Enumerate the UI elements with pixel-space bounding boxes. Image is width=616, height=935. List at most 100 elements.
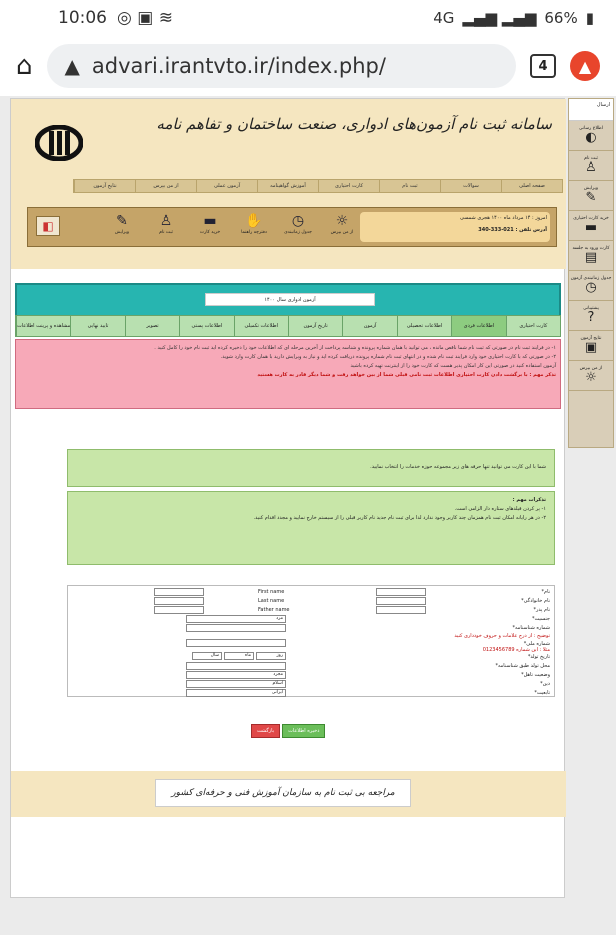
step-exam-date[interactable]: تاریخ آزمون xyxy=(287,316,342,336)
url-field[interactable]: ▲ advari.irantvto.ir/index.php/ xyxy=(46,44,516,88)
step-postal[interactable]: اطلاعات پستی xyxy=(179,316,233,336)
last-name-input[interactable] xyxy=(376,597,426,605)
notes-box: تذکرات مهم : ۱- پر کردن فیلدهای ستاره دا… xyxy=(67,491,555,565)
step-photo[interactable]: تصویر xyxy=(124,316,179,336)
step-card[interactable]: کارت احتیاری xyxy=(505,316,560,336)
step-exam[interactable]: آزمون xyxy=(342,316,396,336)
note-line: ۲- در هر رایانه امکان ثبت نام همزمان چند… xyxy=(253,515,547,521)
national-id-input[interactable] xyxy=(186,639,286,647)
label-marital: وضعیت تاهل* xyxy=(521,672,550,678)
sidebar-item-schedule[interactable]: جدول زمانبندی آزمون ◷ xyxy=(569,271,613,301)
note-line: ۱- پر کردن فیلدهای ستاره دار الزامی است. xyxy=(454,506,546,512)
browser-toolbar: ⌂ ▲ advari.irantvto.ir/index.php/ 4 ▲ xyxy=(0,36,616,96)
info-date: امروز : ۱۴ مرداد ماه ۱۴۰۰ هجری شمسی xyxy=(460,215,547,221)
hand-icon: ✋ xyxy=(245,213,263,229)
id-card-icon: ▤ xyxy=(584,250,598,265)
birth-year-select[interactable]: سال xyxy=(192,652,222,660)
icon-ask[interactable]: ☼ از من بپرس xyxy=(328,212,356,244)
nav-ask[interactable]: از من بپرس xyxy=(135,180,196,192)
nationality-select[interactable]: ایرانی xyxy=(186,689,286,697)
first-name-en-input[interactable] xyxy=(154,588,204,596)
personal-info-form: نام* نام خانوادگی* نام پدر* First name L… xyxy=(67,585,555,697)
step-education[interactable]: اطلاعات تحصیلی xyxy=(396,316,451,336)
sun-icon: ☼ xyxy=(585,370,597,385)
marital-select[interactable]: مجرد xyxy=(186,671,286,679)
icon-guide[interactable]: ✋ دفترچه راهنما xyxy=(240,212,268,244)
warning-line: ۱- در فرایند ثبت نام در صورتی که ثبت نام… xyxy=(154,345,556,351)
status-bar: 10:06 ◎ ▣ ≋ 4G ▂▄▆ ▂▄▆ 66% ▮ xyxy=(0,0,616,36)
web-page: سامانه ثبت نام آزمون‌های ادواری، صنعت سا… xyxy=(0,96,616,935)
last-name-en-input[interactable] xyxy=(154,597,204,605)
browser-menu-icon[interactable]: ▲ xyxy=(570,51,600,81)
site-container: سامانه ثبت نام آزمون‌های ادواری، صنعت سا… xyxy=(10,98,566,898)
nav-card[interactable]: کارت احتیاری xyxy=(318,180,379,192)
nav-home[interactable]: صفحه اصلی xyxy=(501,180,562,192)
sidebar-item-entry-card[interactable]: کارت ورود به جلسه ▤ xyxy=(569,241,613,271)
warning-line: آزمون استفاده کنید در صورتی این کار امکا… xyxy=(350,363,556,369)
label-birth-date: تاریخ تولد* xyxy=(527,654,550,660)
step-confirm[interactable]: تایید نهایی xyxy=(70,316,124,336)
id-number-input[interactable] xyxy=(186,624,286,632)
certificate-icon: ▣ xyxy=(584,340,598,355)
notification-icons: ◎ ▣ ≋ xyxy=(117,8,173,28)
warning-line: ۲- در صورتی که با کارت احتیاری خود وارد … xyxy=(220,354,556,360)
registration-steps: کارت احتیاری اطلاعات فردی اطلاعات تحصیلی… xyxy=(15,315,561,337)
birth-day-select[interactable]: روز xyxy=(256,652,286,660)
site-footer: مراجعه بی ثبت نام به سازمان آموزش فنی و … xyxy=(11,771,566,817)
sidebar-item-edit[interactable]: ویرایش ✎ xyxy=(569,181,613,211)
gender-select[interactable]: مرد xyxy=(186,615,286,623)
nav-practical[interactable]: آزمون عملی xyxy=(196,180,257,192)
birth-place-input[interactable] xyxy=(186,662,286,670)
info-box: امروز : ۱۴ مرداد ماه ۱۴۰۰ هجری شمسی آدرس… xyxy=(360,212,550,242)
sidebar-item-ask[interactable]: از من بپرس ☼ xyxy=(569,361,613,391)
warning-icon: ▲ xyxy=(64,54,80,78)
tab-count-button[interactable]: 4 xyxy=(530,54,556,78)
icon-buy-card[interactable]: ▬ خرید کارت xyxy=(196,212,224,244)
label-last-name-en: Last name xyxy=(258,598,285,604)
question-icon: ☼ xyxy=(335,213,349,229)
label-religion: دین* xyxy=(540,681,550,687)
sidebar-item-news[interactable]: اطلاع رسانی ◐ xyxy=(569,121,613,151)
logo xyxy=(29,121,89,165)
sidebar-item-register[interactable]: ثبت نام ♙ xyxy=(569,151,613,181)
step-print[interactable]: مشاهده و پرینت اطلاعات xyxy=(15,316,70,336)
site-title: سامانه ثبت نام آزمون‌های ادواری، صنعت سا… xyxy=(156,115,552,133)
icon-register[interactable]: ♙ ثبت نام xyxy=(152,212,180,244)
nav-training[interactable]: آموزش گواهینامه xyxy=(257,180,318,192)
save-button[interactable]: ذخیره اطلاعات xyxy=(282,724,326,738)
nav-register[interactable]: ثبت نام xyxy=(379,180,440,192)
question-icon: ? xyxy=(587,310,595,325)
icon-schedule[interactable]: ◷ جدول زمانبندی xyxy=(284,212,312,244)
national-id-hint: مثلا : ابن شماره 0123456789 xyxy=(482,647,550,653)
clock-icon: ◷ xyxy=(585,280,597,295)
battery-icon: ▮ xyxy=(585,9,594,27)
quick-icon-bar: ◧ ☼ از من بپرس ◷ جدول زمانبندی ✋ دفترچه راه… xyxy=(27,207,557,247)
father-name-input[interactable] xyxy=(376,606,426,614)
home-page-icon[interactable]: ◧ xyxy=(36,216,60,236)
birth-month-select[interactable]: ماه xyxy=(224,652,254,660)
first-name-input[interactable] xyxy=(376,588,426,596)
site-header: سامانه ثبت نام آزمون‌های ادواری، صنعت سا… xyxy=(11,99,566,269)
sidebar-item-results[interactable]: نتایج آزمون ▣ xyxy=(569,331,613,361)
icon-edit[interactable]: ✎ ویرایش xyxy=(108,212,136,244)
step-extra[interactable]: اطلاعات تکمیلی xyxy=(233,316,288,336)
user-edit-icon: ✎ xyxy=(585,190,597,205)
sidebar-item-buy-card[interactable]: خرید کارت احتیاری ▬ xyxy=(569,211,613,241)
nav-questions[interactable]: سوالات xyxy=(440,180,501,192)
religion-select[interactable]: اسلام xyxy=(186,680,286,688)
home-icon[interactable]: ⌂ xyxy=(16,51,33,81)
label-id-number: شماره شناسنامه* xyxy=(512,625,550,631)
nav-results[interactable]: نتایج آزمون xyxy=(74,180,135,192)
step-personal[interactable]: اطلاعات فردی xyxy=(451,316,506,336)
label-first-name: نام* xyxy=(541,589,550,595)
label-father-name-en: Father name xyxy=(258,607,290,613)
father-name-en-input[interactable] xyxy=(154,606,204,614)
label-gender: جنسیت* xyxy=(532,616,550,622)
back-button[interactable]: بازگشت xyxy=(251,724,281,738)
toggle-icon: ◐ xyxy=(585,130,597,145)
sidebar-send[interactable]: ارسال xyxy=(569,99,613,121)
sidebar-item-support[interactable]: پشتیبانی? xyxy=(569,301,613,331)
user-edit-icon: ✎ xyxy=(116,213,128,229)
network-label: 4G xyxy=(433,9,455,27)
label-father-name: نام پدر* xyxy=(533,607,550,613)
